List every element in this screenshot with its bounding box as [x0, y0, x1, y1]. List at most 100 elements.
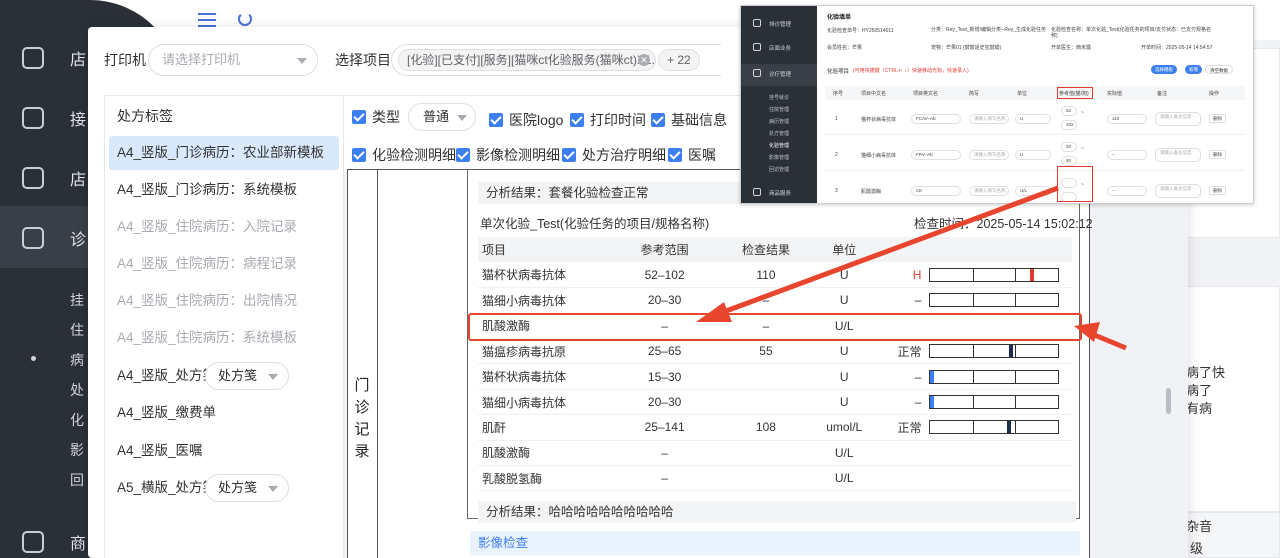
template-item-1[interactable]: A4_竖版_门诊病历：系统模板 [109, 173, 339, 207]
col-bar [925, 237, 1072, 263]
template-type-value: 处方笺 [218, 480, 258, 495]
template-item-8[interactable]: A4_竖版_医嘱 [109, 434, 339, 468]
inset-input-placeholder: 请输入简写名称 [974, 188, 1006, 193]
cell-name: 猫杯状病毒抗体 [482, 370, 567, 385]
template-item-6[interactable]: A4_竖版_处方笺 处方笺 [109, 359, 339, 393]
inset-ref-hi: 30 [1061, 156, 1077, 166]
sidebar-item-store[interactable]: 店 [22, 46, 86, 70]
printer-label: 打印机 [104, 52, 146, 68]
range-bar-divider [972, 421, 974, 434]
col-unit: 单位 [815, 237, 874, 263]
lab-test-title: 单次化验_Test(化验任务的项目/规格名称) [480, 217, 710, 231]
cell-result [717, 440, 815, 465]
background-text: 级 [1190, 541, 1204, 556]
cell-result: 110 [756, 267, 776, 282]
sidebar-subitem[interactable]: 病 [70, 350, 84, 370]
template-item-0[interactable]: A4_竖版_门诊病历：农业部新模板 [109, 136, 339, 170]
menu-toggle-icon[interactable] [198, 13, 216, 27]
option-label: 类型 [372, 109, 400, 125]
inset-hint: (可用快捷键（CTRL+↑ ↓）快速移动光标，快速录入) [853, 68, 969, 74]
option-label: 化验检测明细 [372, 147, 456, 163]
template-item-label: A4_竖版_住院病历：病程记录 [117, 256, 298, 271]
sidebar-item-goods[interactable]: 商 [22, 530, 86, 554]
background-text: 有病 [1186, 401, 1213, 416]
table-row: 猫细小病毒抗体 20–30 – U – [478, 288, 1072, 314]
range-bar-divider [1014, 268, 1016, 281]
cell-ref: 15–30 [647, 369, 682, 384]
sidebar-subitem[interactable]: 住 [70, 320, 84, 340]
range-bar [929, 293, 1060, 308]
template-item-2[interactable]: A4_竖版_住院病历：入院记录 [109, 210, 339, 244]
preview-scrollbar[interactable] [1166, 388, 1171, 414]
option-label: 医嘱 [688, 147, 716, 163]
inset-value-input: – [1107, 186, 1147, 196]
option-label: 医院logo [509, 112, 564, 128]
table-row: 猫细小病毒抗体 20–30 U – [478, 389, 1072, 415]
table-row: 猫杯状病毒抗体 15–30 U – [478, 364, 1072, 390]
cell-unit: umol/L [826, 420, 863, 435]
inset-info: 会员姓名：芒果 [827, 45, 863, 51]
type-select-value: 普通 [423, 109, 450, 124]
template-item-5[interactable]: A4_竖版_住院病历：系统模板 [109, 321, 339, 355]
refresh-icon[interactable] [238, 12, 252, 26]
cell-name: 肌酸激酶 [482, 446, 531, 461]
inset-input-placeholder: 请输入备注信息 [1160, 114, 1192, 119]
range-bar-divider [1014, 370, 1016, 383]
sidebar-subitem[interactable]: 回 [70, 470, 84, 490]
checkbox-checked-icon[interactable] [352, 148, 366, 162]
inset-row-divider [825, 134, 1245, 135]
printer-select[interactable]: 请选择打印机 [148, 44, 318, 76]
inset-col: 单位 [1017, 91, 1028, 97]
sidebar-subitem[interactable]: 挂 [70, 290, 84, 310]
option-basic-info[interactable]: 基础信息 [651, 110, 727, 130]
option-treatment-detail[interactable]: 处方治疗明细 [562, 145, 666, 165]
inset-cell: 2 [835, 152, 838, 158]
template-item-4[interactable]: A4_竖版_住院病历：出院情况 [109, 284, 339, 318]
option-type[interactable]: 类型 普通 [352, 103, 476, 131]
inset-col: 操作 [1209, 91, 1220, 97]
project-select[interactable]: [化验][已支付][服务][猫咪ct化验服务(猫咪ct)X1... ✕ + 22 [391, 44, 721, 76]
template-type-value: 处方笺 [218, 368, 258, 383]
option-hospital-logo[interactable]: 医院logo [489, 110, 563, 130]
cell-flag [873, 466, 925, 491]
option-lab-detail[interactable]: 化验检测明细 [352, 145, 456, 165]
sidebar-subitem[interactable]: 影 [70, 440, 84, 460]
inset-en-input: FCAV–Ab [911, 114, 961, 124]
inset-sidebar-item: 排诊管理 [769, 22, 792, 28]
checkbox-checked-icon[interactable] [562, 148, 576, 162]
sidebar-item-shop[interactable]: 店 [22, 166, 86, 190]
sidebar-item-diagnosis[interactable]: 诊 [22, 226, 86, 250]
sidebar-subitem[interactable]: 化 [70, 410, 84, 430]
template-item-3[interactable]: A4_竖版_住院病历：病程记录 [109, 247, 339, 281]
template-item-9[interactable]: A5_横版_处方笺 处方笺 [109, 471, 339, 505]
template-type-select[interactable]: 处方笺 [205, 474, 289, 502]
cell-unit: U/L [834, 445, 854, 460]
template-item-7[interactable]: A4_竖版_缴费单 [109, 396, 339, 430]
range-bar [929, 267, 1060, 282]
table-row: 肌酐 25–141 108 umol/L 正常 [478, 415, 1072, 441]
inset-unit-input: U [1015, 150, 1051, 160]
checkbox-checked-icon[interactable] [668, 148, 682, 162]
tag-close-icon[interactable]: ✕ [638, 54, 650, 66]
checkbox-checked-icon[interactable] [570, 113, 584, 127]
option-orders[interactable]: 医嘱 [668, 145, 716, 165]
sidebar-item-reception[interactable]: 接 [22, 106, 86, 130]
clipboard-icon [22, 107, 44, 129]
inset-row-divider [825, 170, 1245, 171]
checkbox-checked-icon[interactable] [651, 113, 665, 127]
checkbox-checked-icon[interactable] [456, 148, 470, 162]
option-imaging-detail[interactable]: 影像检测明细 [456, 145, 560, 165]
template-type-select[interactable]: 处方笺 [205, 362, 289, 390]
cell-range-bar [925, 288, 1072, 313]
option-print-time[interactable]: 打印时间 [570, 110, 646, 130]
type-select[interactable]: 普通 [408, 103, 476, 131]
project-label: 选择项目 [335, 52, 391, 68]
cell-flag: 正常 [897, 420, 922, 435]
inset-input-value: 20 [1066, 144, 1072, 149]
inset-value-input: – [1107, 150, 1147, 160]
cell-range-bar [925, 466, 1072, 491]
checkbox-checked-icon[interactable] [489, 113, 503, 127]
checkbox-checked-icon[interactable] [352, 110, 366, 124]
sidebar-subitem[interactable]: 处 [70, 380, 84, 400]
inset-value-input: 110 [1107, 114, 1147, 124]
